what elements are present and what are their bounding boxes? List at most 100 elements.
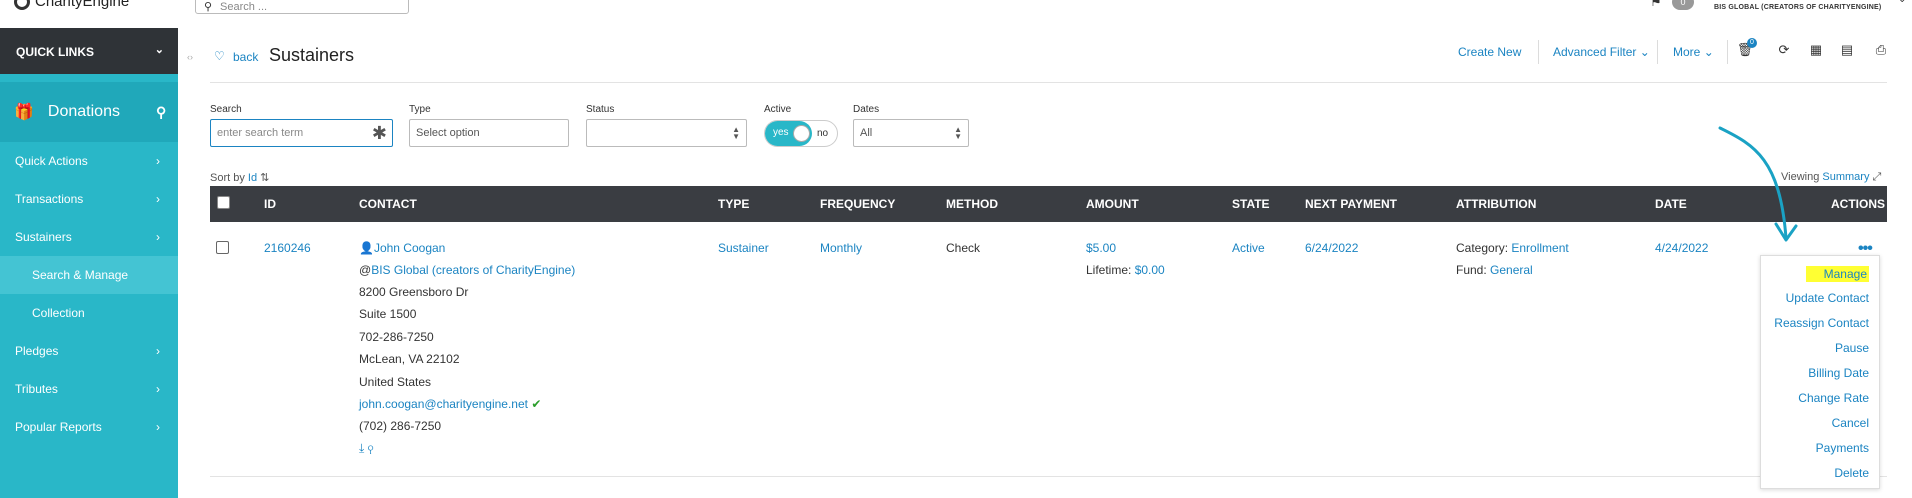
search-filter-input[interactable]: enter search term ✱ xyxy=(210,119,393,147)
toolbar-divider xyxy=(1538,40,1539,64)
chevron-down-icon[interactable]: ⌄ xyxy=(1898,0,1906,5)
header-divider xyxy=(210,82,1887,83)
active-filter-label: Active xyxy=(764,104,792,115)
type-filter-select[interactable]: Select option xyxy=(409,119,569,147)
sort-by: Sort by Id ⇅ xyxy=(210,171,269,184)
dates-filter-value: All xyxy=(860,127,873,139)
table-header: ID CONTACT TYPE FREQUENCY METHOD AMOUNT … xyxy=(210,186,1887,222)
menu-item-pause[interactable]: Pause xyxy=(1835,341,1869,355)
sidebar-item-label: Sustainers xyxy=(15,230,72,244)
lifetime-value-link[interactable]: $0.00 xyxy=(1135,263,1165,277)
column-header-next-payment[interactable]: NEXT PAYMENT xyxy=(1305,197,1397,211)
amount-link[interactable]: $5.00 xyxy=(1086,241,1116,255)
fund-link[interactable]: General xyxy=(1490,263,1533,277)
sidebar-item-popular-reports[interactable]: Popular Reports › xyxy=(0,408,178,446)
column-header-method[interactable]: METHOD xyxy=(946,197,998,211)
sidebar-item-transactions[interactable]: Transactions › xyxy=(0,180,178,218)
sidebar-item-pledges[interactable]: Pledges › xyxy=(0,332,178,370)
search-icon[interactable]: ⚲ xyxy=(156,104,166,121)
column-header-state[interactable]: STATE xyxy=(1232,197,1270,211)
sidebar-item-search-manage[interactable]: Search & Manage xyxy=(0,256,178,294)
annotation-arrow-icon xyxy=(1718,126,1798,242)
dates-filter-label: Dates xyxy=(853,104,880,115)
refresh-icon[interactable]: ⟳ xyxy=(1775,42,1793,60)
global-search-input[interactable]: ⚲ Search ... xyxy=(195,0,409,14)
type-filter-value: Select option xyxy=(416,127,480,139)
fund-label: Fund: xyxy=(1456,263,1487,277)
address-phone: 702-286-7250 xyxy=(359,330,434,344)
expand-icon[interactable]: ⤢ xyxy=(1873,171,1882,183)
notification-count-badge[interactable]: 0 xyxy=(1672,0,1694,10)
flag-icon[interactable]: ⚑ xyxy=(1650,0,1662,10)
column-header-contact[interactable]: CONTACT xyxy=(359,197,417,211)
sidebar-item-collection[interactable]: Collection xyxy=(0,294,178,332)
column-header-attribution[interactable]: ATTRIBUTION xyxy=(1456,197,1536,211)
create-new-button[interactable]: Create New xyxy=(1458,45,1521,59)
chevron-right-icon: › xyxy=(156,230,160,244)
heart-icon[interactable]: ♡ xyxy=(214,49,225,63)
asterisk-icon[interactable]: ✱ xyxy=(372,123,387,144)
column-header-actions: ACTIONS xyxy=(1831,197,1885,211)
more-button[interactable]: More ⌄ xyxy=(1673,45,1714,59)
toolbar-divider xyxy=(1727,40,1728,64)
cart-badge: 0 xyxy=(1747,38,1757,48)
state-link[interactable]: Active xyxy=(1232,241,1265,255)
global-search-placeholder: Search ... xyxy=(220,1,268,13)
updown-arrows-icon: ▲ ▼ xyxy=(732,125,740,141)
menu-item-delete[interactable]: Delete xyxy=(1834,466,1869,480)
chevron-right-icon: › xyxy=(156,420,160,434)
menu-item-payments[interactable]: Payments xyxy=(1816,441,1869,455)
download-icon[interactable]: ⤓ xyxy=(359,441,364,455)
status-filter-label: Status xyxy=(586,104,615,115)
contact-name-link[interactable]: John Coogan xyxy=(374,241,445,255)
sidebar-item-sustainers[interactable]: Sustainers › xyxy=(0,218,178,256)
chart-icon[interactable]: ▤ xyxy=(1838,42,1856,60)
menu-item-manage[interactable]: Manage xyxy=(1805,266,1869,282)
dates-filter-select[interactable]: All ▲ ▼ xyxy=(853,119,969,147)
menu-item-cancel[interactable]: Cancel xyxy=(1832,416,1869,430)
row-checkbox[interactable] xyxy=(216,241,229,254)
map-pin-icon[interactable]: ⚲ xyxy=(368,441,374,455)
verified-check-icon: ✔ xyxy=(531,397,542,411)
column-header-date[interactable]: DATE xyxy=(1655,197,1687,211)
contact-org-link[interactable]: BIS Global (creators of CharityEngine) xyxy=(371,263,575,277)
record-id-link[interactable]: 2160246 xyxy=(264,241,311,255)
menu-item-change-rate[interactable]: Change Rate xyxy=(1798,391,1869,405)
sort-field-link[interactable]: Id xyxy=(248,172,257,184)
status-filter-select[interactable]: ▲ ▼ xyxy=(586,119,747,147)
cart-icon[interactable]: 🗑 0 xyxy=(1736,38,1757,60)
column-header-type[interactable]: TYPE xyxy=(718,197,749,211)
donations-section-header[interactable]: 🎁 Donations ⚲ xyxy=(0,82,178,142)
email-link[interactable]: john.coogan@charityengine.net xyxy=(359,397,528,411)
menu-item-reassign-contact[interactable]: Reassign Contact xyxy=(1774,316,1869,330)
frequency-link[interactable]: Monthly xyxy=(820,241,862,255)
grid-view-icon[interactable]: ▦ xyxy=(1807,42,1825,60)
select-all-checkbox[interactable] xyxy=(217,196,230,209)
quick-links-toggle[interactable]: QUICK LINKS ⌄ xyxy=(0,28,178,74)
type-link[interactable]: Sustainer xyxy=(718,241,769,255)
category-link[interactable]: Enrollment xyxy=(1511,241,1568,255)
sidebar-item-quick-actions[interactable]: Quick Actions › xyxy=(0,142,178,180)
active-toggle[interactable]: yes no xyxy=(764,120,838,147)
phone-link[interactable]: (702) 286-7250 xyxy=(359,419,441,433)
toggle-knob xyxy=(793,125,810,142)
collapse-sidebar-handle-icon[interactable]: ‹› xyxy=(187,52,193,62)
org-name[interactable]: BIS GLOBAL (CREATORS OF CHARITYENGINE) xyxy=(1714,4,1881,11)
column-header-amount[interactable]: AMOUNT xyxy=(1086,197,1139,211)
print-icon[interactable]: ⎙ xyxy=(1872,42,1890,60)
column-header-id[interactable]: ID xyxy=(264,197,276,211)
sort-direction-icon[interactable]: ⇅ xyxy=(260,172,269,184)
gift-icon: 🎁 xyxy=(14,104,34,121)
column-header-frequency[interactable]: FREQUENCY xyxy=(820,197,895,211)
menu-item-billing-date[interactable]: Billing Date xyxy=(1808,366,1869,380)
back-link[interactable]: back xyxy=(233,50,258,64)
logo-gear-icon xyxy=(14,0,30,10)
contact-org[interactable]: @BIS Global (creators of CharityEngine) xyxy=(359,263,575,277)
brand-logo[interactable]: CharityEngine xyxy=(14,0,129,10)
sidebar-item-tributes[interactable]: Tributes › xyxy=(0,370,178,408)
menu-item-update-contact[interactable]: Update Contact xyxy=(1786,291,1869,305)
contact-name[interactable]: 👤John Coogan xyxy=(359,241,445,255)
advanced-filter-button[interactable]: Advanced Filter ⌄ xyxy=(1553,45,1650,59)
next-payment-link[interactable]: 6/24/2022 xyxy=(1305,241,1358,255)
sidebar-item-label: Search & Manage xyxy=(32,268,129,282)
